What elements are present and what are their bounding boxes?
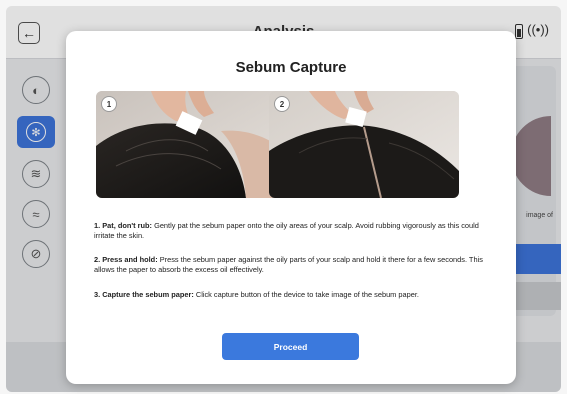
step-2-heading: 2. Press and hold: bbox=[94, 255, 158, 264]
scalp-photo-1 bbox=[96, 91, 286, 198]
step-3-text: Click capture button of the device to ta… bbox=[193, 290, 419, 299]
dialog-title: Sebum Capture bbox=[235, 59, 347, 76]
scalp-photo-2 bbox=[269, 91, 459, 198]
instruction-image-2: 2 bbox=[269, 91, 459, 198]
step-1-text: Gently pat the sebum paper onto the oily… bbox=[94, 221, 479, 240]
step-badge-2: 2 bbox=[274, 96, 290, 112]
step-badge-1: 1 bbox=[101, 96, 117, 112]
instruction-step-1: 1. Pat, don't rub: Gently pat the sebum … bbox=[94, 221, 494, 241]
step-1-heading: 1. Pat, don't rub: bbox=[94, 221, 153, 230]
instruction-step-3: 3. Capture the sebum paper: Click captur… bbox=[94, 290, 494, 300]
sebum-capture-dialog: Sebum Capture 1 2 1. Pat, don't rub: Gen… bbox=[66, 31, 516, 384]
instruction-image-1: 1 bbox=[96, 91, 286, 198]
proceed-button[interactable]: Proceed bbox=[222, 333, 359, 360]
instruction-step-2: 2. Press and hold: Press the sebum paper… bbox=[94, 255, 494, 275]
step-3-heading: 3. Capture the sebum paper: bbox=[94, 290, 194, 299]
